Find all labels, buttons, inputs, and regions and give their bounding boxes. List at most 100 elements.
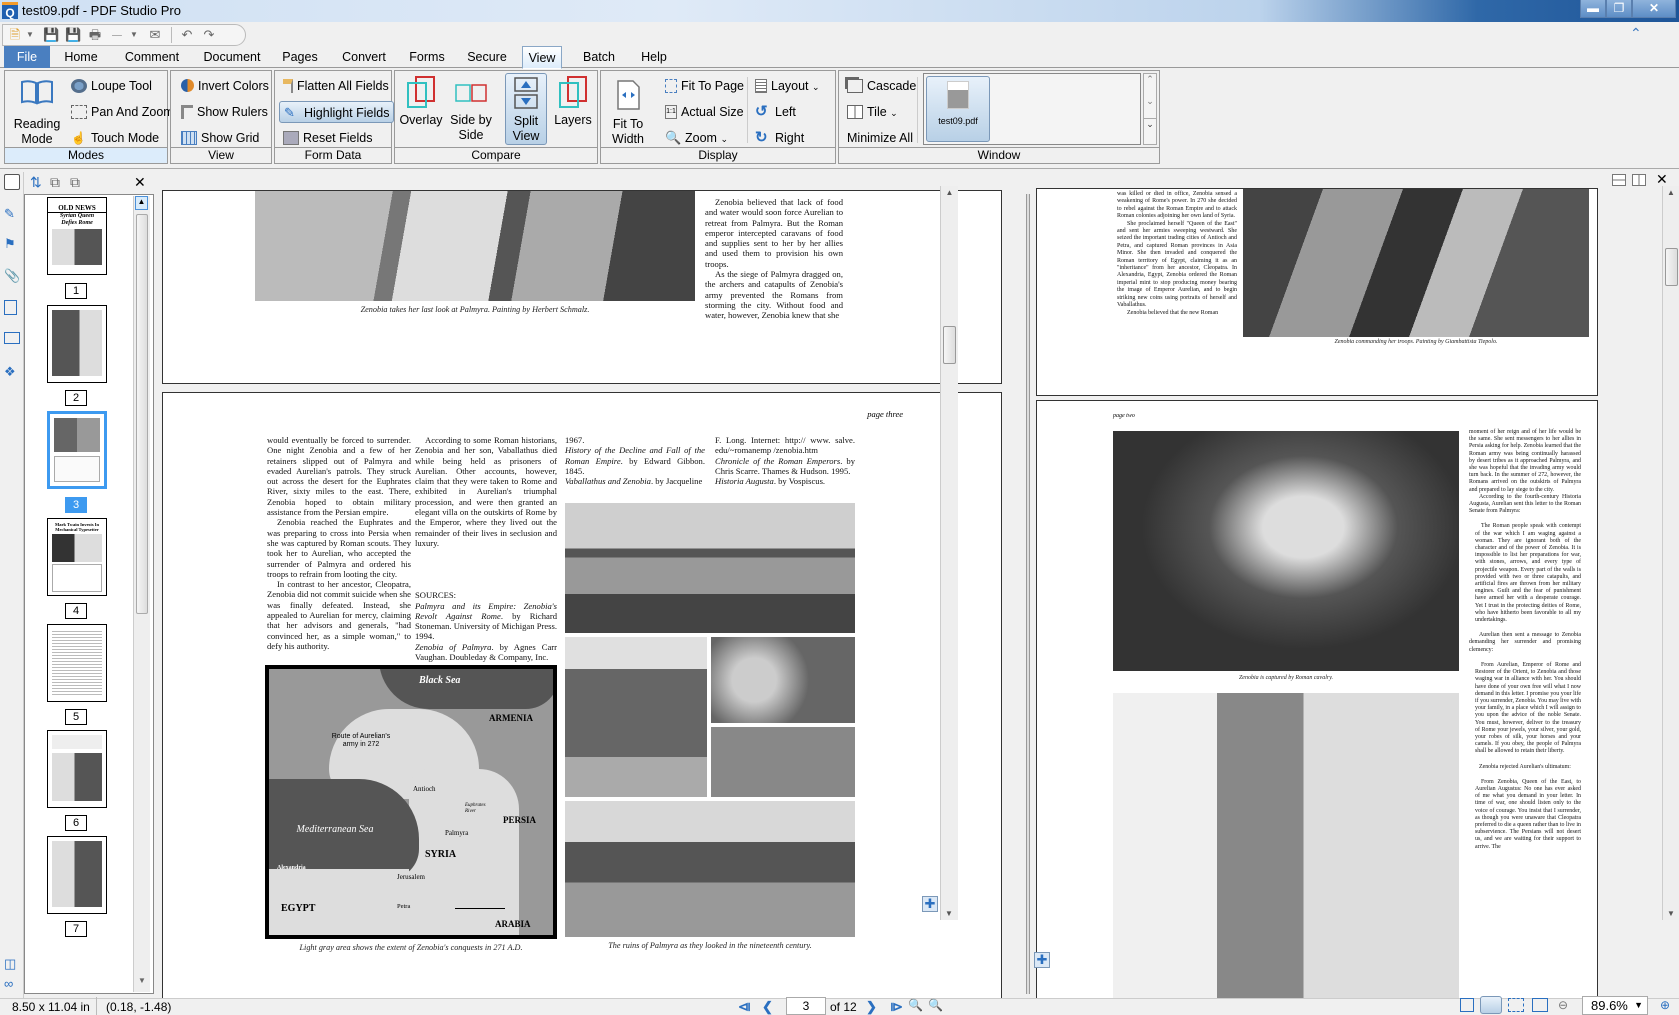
stamp-icon[interactable]: ◫: [4, 956, 20, 972]
window-thumb-test09[interactable]: test09.pdf: [926, 76, 990, 142]
page-number-input[interactable]: [786, 997, 826, 1015]
print-icon[interactable]: 🖶: [87, 28, 103, 42]
fit-to-width-button[interactable]: Fit To Width: [605, 79, 651, 147]
thumbnail-page-5[interactable]: [47, 624, 107, 702]
scroll-up-icon[interactable]: ▲: [135, 196, 148, 210]
right-pane-scrollbar[interactable]: ▲ ▼: [1662, 186, 1679, 920]
scroll-down-icon[interactable]: ▼: [1667, 909, 1675, 918]
open-icon[interactable]: 🗎: [7, 28, 23, 42]
gallery-expand-icon[interactable]: ⌄: [1144, 118, 1156, 140]
signature-icon[interactable]: ✎: [4, 206, 20, 222]
zoom-dropdown-button[interactable]: 🔍 Zoom ⌄: [665, 127, 728, 149]
close-panel-icon[interactable]: ✕: [134, 174, 146, 191]
layers-button[interactable]: Layers: [551, 75, 595, 128]
collapse-ribbon-icon[interactable]: ⌃: [1630, 25, 1642, 42]
redo-icon[interactable]: ↷: [201, 28, 217, 42]
tag-icon[interactable]: ❖: [4, 364, 20, 380]
attachment-icon[interactable]: 📎: [4, 268, 20, 284]
loupe-tool-button[interactable]: Loupe Tool: [71, 75, 152, 97]
rotate-left-button[interactable]: ↺ Left: [755, 101, 796, 123]
tab-batch[interactable]: Batch: [574, 46, 624, 68]
show-rulers-button[interactable]: Show Rulers: [181, 101, 268, 123]
zoom-out-icon[interactable]: ⊖: [1558, 998, 1568, 1012]
tab-file[interactable]: File: [4, 46, 50, 68]
restore-button[interactable]: ❐: [1606, 0, 1632, 18]
rotate-page-cw-icon[interactable]: ⧉: [50, 174, 60, 191]
thumbnail-options-icon[interactable]: ⇅: [30, 174, 42, 191]
cascade-button[interactable]: Cascade: [847, 75, 916, 97]
first-page-button[interactable]: ⧏: [738, 999, 751, 1015]
thumbnail-page-6[interactable]: [47, 730, 107, 808]
email-icon[interactable]: ✉: [147, 28, 163, 42]
flatten-all-fields-button[interactable]: Flatten All Fields: [283, 75, 389, 97]
facing-pages-icon[interactable]: [1508, 998, 1524, 1012]
gallery-scrollbar[interactable]: ⌃ ⌄ ⌄: [1143, 73, 1157, 145]
gallery-down-icon[interactable]: ⌄: [1144, 96, 1156, 118]
thumbnail-page-7[interactable]: [47, 836, 107, 914]
thumbnail-page-4[interactable]: Mark Twain Invests In Mechanical Typeset…: [47, 518, 107, 596]
previous-view-icon[interactable]: 🔍: [908, 998, 923, 1012]
thumbnail-page-2[interactable]: [47, 305, 107, 383]
scroll-down-icon[interactable]: ▼: [945, 909, 953, 918]
continuous-page-icon[interactable]: [1480, 996, 1502, 1014]
search-results-icon[interactable]: ∞: [4, 976, 20, 992]
continuous-facing-icon[interactable]: [1532, 998, 1548, 1012]
tab-pages[interactable]: Pages: [272, 46, 328, 68]
invert-colors-button[interactable]: Invert Colors: [181, 75, 269, 97]
tile-dropdown-button[interactable]: Tile ⌄: [847, 101, 898, 123]
minimize-button[interactable]: ▬: [1580, 0, 1606, 18]
highlight-fields-button[interactable]: ✎ Highlight Fields: [279, 101, 395, 123]
actual-size-button[interactable]: 1:1 Actual Size: [665, 101, 744, 123]
scroll-up-icon[interactable]: ▲: [1663, 188, 1679, 197]
thumbnail-scrollbar[interactable]: ▲ ▼: [133, 196, 150, 992]
previous-page-button[interactable]: ❮: [762, 999, 773, 1015]
tab-view[interactable]: View: [522, 46, 562, 69]
save-as-icon[interactable]: 💾: [65, 28, 81, 42]
minimize-all-button[interactable]: Minimize All: [847, 127, 913, 149]
layers-panel-icon[interactable]: [4, 332, 20, 344]
side-by-side-button[interactable]: Side by Side: [447, 75, 495, 143]
split-horizontal-icon[interactable]: [1612, 174, 1626, 186]
next-page-button[interactable]: ❯: [866, 999, 877, 1015]
pages-icon[interactable]: [4, 300, 17, 315]
scroll-up-icon[interactable]: ▲: [941, 188, 958, 197]
scan-icon[interactable]: ⏤: [109, 28, 125, 42]
gallery-up-icon[interactable]: ⌃: [1144, 74, 1156, 96]
overlay-button[interactable]: Overlay: [399, 75, 443, 128]
scrollbar-thumb[interactable]: [1665, 248, 1678, 286]
split-view-button[interactable]: Split View: [505, 73, 547, 145]
sync-scroll-icon[interactable]: ✚: [1034, 952, 1050, 968]
scan-dropdown-icon[interactable]: ▼: [129, 28, 139, 42]
scrollbar-thumb[interactable]: [136, 214, 148, 614]
tab-help[interactable]: Help: [634, 46, 674, 68]
split-divider[interactable]: [1026, 194, 1030, 994]
thumbnail-page-3[interactable]: [47, 411, 107, 489]
reset-fields-button[interactable]: Reset Fields: [283, 127, 372, 149]
tab-home[interactable]: Home: [58, 46, 104, 68]
sync-scroll-icon[interactable]: ✚: [922, 896, 938, 912]
split-vertical-icon[interactable]: [1632, 174, 1646, 186]
tab-forms[interactable]: Forms: [402, 46, 452, 68]
tab-document[interactable]: Document: [192, 46, 272, 68]
next-view-icon[interactable]: 🔍: [928, 998, 943, 1012]
tab-convert[interactable]: Convert: [332, 46, 396, 68]
touch-mode-button[interactable]: ☝ Touch Mode: [71, 127, 159, 149]
show-grid-button[interactable]: Show Grid: [181, 127, 259, 149]
tab-secure[interactable]: Secure: [462, 46, 512, 68]
tab-comment[interactable]: Comment: [112, 46, 192, 68]
save-icon[interactable]: 💾: [43, 28, 59, 42]
zoom-in-icon[interactable]: ⊕: [1660, 998, 1670, 1012]
pan-and-zoom-button[interactable]: Pan And Zoom: [71, 101, 174, 123]
bookmark-flag-icon[interactable]: ⚑: [4, 236, 20, 252]
thumbnail-page-1[interactable]: OLD NEWS Syrian Queen Defies Rome: [47, 197, 107, 275]
reading-mode-button[interactable]: Reading Mode: [9, 79, 65, 147]
rotate-right-button[interactable]: ↻ Right: [755, 127, 804, 149]
scroll-down-icon[interactable]: ▼: [136, 976, 148, 988]
fit-to-page-button[interactable]: Fit To Page: [665, 75, 744, 97]
close-window-button[interactable]: ✕: [1632, 0, 1676, 18]
last-page-button[interactable]: ⧐: [890, 999, 903, 1015]
undo-icon[interactable]: ↶: [179, 28, 195, 42]
single-page-icon[interactable]: [1460, 998, 1474, 1012]
zoom-select[interactable]: 89.6% ▼: [1582, 996, 1648, 1015]
open-dropdown-icon[interactable]: ▼: [25, 28, 35, 42]
